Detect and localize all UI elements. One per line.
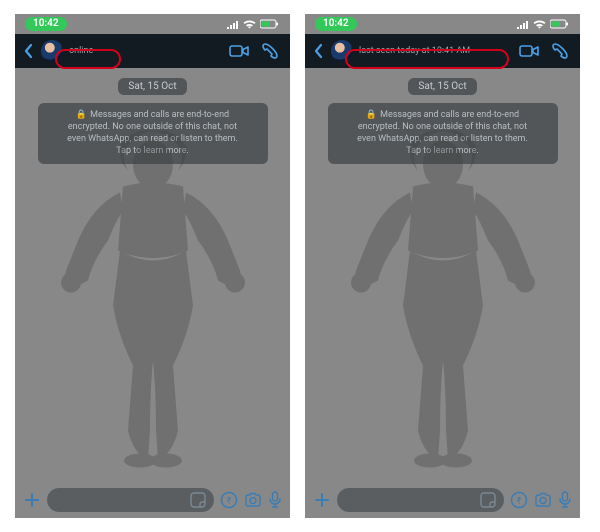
date-separator: Sat, 15 Oct	[118, 78, 186, 95]
chat-body: Sat, 15 Oct 🔒Messages and calls are end-…	[305, 68, 580, 482]
status-indicators	[227, 19, 280, 29]
date-separator: Sat, 15 Oct	[408, 78, 476, 95]
camera-icon	[244, 492, 262, 508]
status-bar: 10:42	[15, 14, 290, 34]
mic-icon	[268, 491, 282, 509]
video-call-button[interactable]	[516, 44, 542, 58]
message-input-bar: ₹	[305, 482, 580, 518]
contact-avatar[interactable]	[41, 40, 63, 62]
rupee-icon: ₹	[510, 491, 528, 509]
contact-meta[interactable]: last seen today at 10:41 AM	[359, 47, 470, 56]
phone-screenshot-right: 10:42 last seen today at 10:41 AM	[305, 14, 580, 518]
chat-body: Sat, 15 Oct 🔒Messages and calls are end-…	[15, 68, 290, 482]
signal-icon	[227, 20, 239, 29]
back-button[interactable]	[313, 43, 325, 59]
video-icon	[519, 44, 539, 58]
battery-icon	[550, 19, 570, 29]
voice-call-button[interactable]	[548, 42, 572, 60]
sticker-button[interactable]	[480, 492, 496, 508]
svg-text:₹: ₹	[227, 497, 232, 507]
chat-header: last seen today at 10:41 AM	[305, 34, 580, 68]
mic-icon	[558, 491, 572, 509]
message-input[interactable]	[337, 488, 504, 512]
back-button[interactable]	[23, 43, 35, 59]
contact-meta[interactable]: online	[69, 47, 93, 56]
add-button[interactable]	[313, 491, 331, 509]
plus-icon	[23, 491, 41, 509]
add-button[interactable]	[23, 491, 41, 509]
wallpaper-silhouette	[328, 131, 558, 475]
enc-line1: Messages and calls are end-to-end	[380, 110, 519, 120]
contact-avatar[interactable]	[331, 40, 353, 62]
wifi-icon	[243, 20, 256, 29]
enc-line1: Messages and calls are end-to-end	[90, 110, 229, 120]
phone-icon	[551, 42, 569, 60]
lock-icon: 🔒	[76, 109, 87, 121]
camera-button[interactable]	[244, 492, 262, 508]
status-time: 10:42	[25, 17, 67, 31]
wifi-icon	[533, 20, 546, 29]
payment-button[interactable]: ₹	[220, 491, 238, 509]
chevron-left-icon	[23, 43, 35, 59]
plus-icon	[313, 491, 331, 509]
mic-button[interactable]	[558, 491, 572, 509]
wallpaper-silhouette	[38, 131, 268, 475]
sticker-button[interactable]	[190, 492, 206, 508]
video-icon	[229, 44, 249, 58]
video-call-button[interactable]	[226, 44, 252, 58]
presence-status: online	[69, 47, 93, 56]
camera-button[interactable]	[534, 492, 552, 508]
payment-button[interactable]: ₹	[510, 491, 528, 509]
status-time: 10:42	[315, 17, 357, 31]
sticker-icon	[480, 492, 496, 508]
rupee-icon: ₹	[220, 491, 238, 509]
svg-text:₹: ₹	[517, 497, 522, 507]
camera-icon	[534, 492, 552, 508]
status-indicators	[517, 19, 570, 29]
lock-icon: 🔒	[366, 109, 377, 121]
status-bar: 10:42	[305, 14, 580, 34]
mic-button[interactable]	[268, 491, 282, 509]
phone-icon	[261, 42, 279, 60]
chat-header: online	[15, 34, 290, 68]
voice-call-button[interactable]	[258, 42, 282, 60]
battery-icon	[260, 19, 280, 29]
signal-icon	[517, 20, 529, 29]
message-input[interactable]	[47, 488, 214, 512]
phone-screenshot-left: 10:42 online	[15, 14, 290, 518]
sticker-icon	[190, 492, 206, 508]
chevron-left-icon	[313, 43, 325, 59]
presence-status: last seen today at 10:41 AM	[359, 47, 470, 56]
message-input-bar: ₹	[15, 482, 290, 518]
